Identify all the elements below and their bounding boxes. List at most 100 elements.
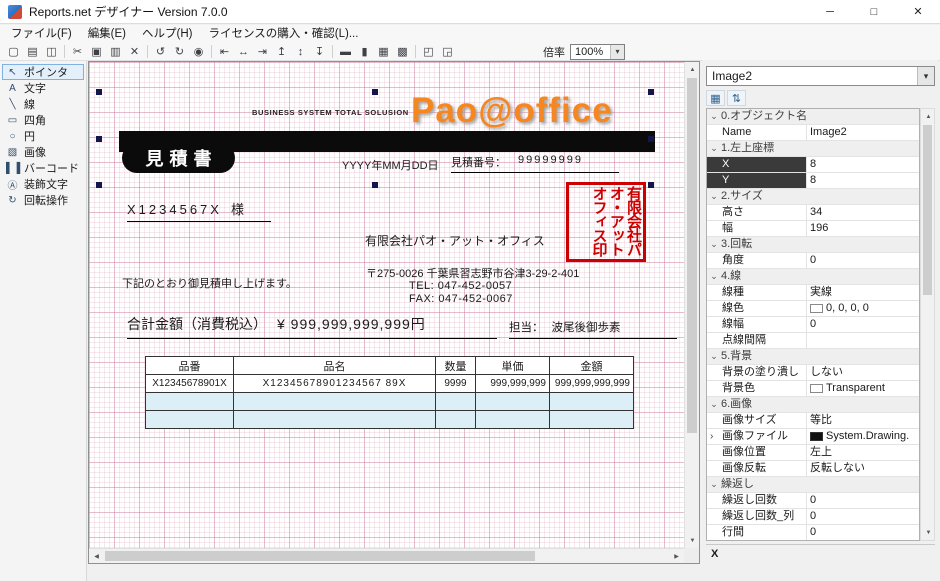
property-value[interactable]: 0 [807,253,919,268]
property-category[interactable]: ⌄3.回転 [707,237,919,253]
bring-to-front-button[interactable]: ◰ [419,44,438,60]
copy-button[interactable]: ▣ [87,44,106,60]
same-size-button[interactable]: ▦ [374,44,393,60]
collapse-icon[interactable]: ⌄ [707,269,721,284]
align-top-button[interactable]: ↥ [272,44,291,60]
property-row[interactable]: Y8 [707,173,919,189]
same-height-button[interactable]: ▮ [355,44,374,60]
align-bottom-button[interactable]: ↧ [310,44,329,60]
align-center-button[interactable]: ↔ [234,44,253,60]
horizontal-scroll-thumb[interactable] [105,551,535,561]
scroll-up-icon[interactable]: ▲ [685,62,700,77]
property-row[interactable]: 繰返し回数_列0 [707,509,919,525]
property-row[interactable]: 行間0 [707,525,919,541]
collapse-icon[interactable]: ⌄ [707,477,721,492]
new-button[interactable]: ▢ [4,44,23,60]
scroll-down-icon[interactable]: ▼ [921,525,936,540]
scroll-down-icon[interactable]: ▼ [685,533,700,548]
property-row[interactable]: 高さ34 [707,205,919,221]
property-row[interactable]: ›画像ファイルSystem.Drawing. [707,429,919,445]
date-field[interactable]: YYYY年MM月DD日 [342,157,439,173]
property-category[interactable]: ⌄6.画像 [707,397,919,413]
property-value[interactable]: 0 [807,493,919,508]
property-category[interactable]: ⌄繰返し [707,477,919,493]
dropdown-arrow-icon[interactable]: ▾ [610,45,624,59]
property-value[interactable]: しない [807,365,919,380]
delete-button[interactable]: ✕ [125,44,144,60]
object-selector[interactable]: Image2 ▾ [706,66,935,86]
align-left-button[interactable]: ⇤ [215,44,234,60]
tool-text[interactable]: A文字 [2,80,84,96]
collapse-icon[interactable]: ⌄ [707,349,721,364]
property-value[interactable] [807,333,919,348]
property-value[interactable]: 0 [807,317,919,332]
zoom-select[interactable]: 100% ▾ [570,44,625,60]
company-name[interactable]: 有限会社パオ・アット・オフィス [365,232,545,249]
property-category[interactable]: ⌄1.左上座標 [707,141,919,157]
total-amount-field[interactable]: 合計金額（消費税込） ¥ 999,999,999,999円 [127,314,497,339]
property-value[interactable]: 8 [807,173,919,188]
grid-button[interactable]: ▩ [393,44,412,60]
property-row[interactable]: 背景色Transparent [707,381,919,397]
menu-item[interactable]: ヘルプ(H) [134,25,200,43]
tool-decorated-text[interactable]: Ⓐ装飾文字 [2,176,84,192]
property-scroll-thumb[interactable] [923,125,932,295]
property-value[interactable]: 34 [807,205,919,220]
property-row[interactable]: 点線間隔 [707,333,919,349]
property-value[interactable]: 8 [807,157,919,172]
property-value[interactable]: 0 [807,525,919,540]
open-button[interactable]: ▤ [23,44,42,60]
save-button[interactable]: ◫ [42,44,61,60]
company-stamp[interactable]: 有限会社パオ・アットオフィス印 [566,182,646,262]
property-category[interactable]: ⌄5.背景 [707,349,919,365]
canvas-horizontal-scrollbar[interactable]: ◀ ▶ [89,548,684,563]
tool-line[interactable]: ╲線 [2,96,84,112]
property-row[interactable]: X8 [707,157,919,173]
property-value[interactable]: 実線 [807,285,919,300]
tel-line[interactable]: TEL: 047-452-0057 [409,280,512,292]
same-width-button[interactable]: ▬ [336,44,355,60]
scroll-right-icon[interactable]: ▶ [669,549,684,564]
postal-address[interactable]: 〒275-0026 千葉県習志野市谷津3-29-2-401 [366,265,579,281]
property-category[interactable]: ⌄4.線 [707,269,919,285]
tool-rectangle[interactable]: ▭四角 [2,112,84,128]
cut-button[interactable]: ✂ [68,44,87,60]
menu-item[interactable]: ファイル(F) [3,25,80,43]
undo-button[interactable]: ↺ [151,44,170,60]
greeting-text[interactable]: 下記のとおり御見積申し上げます。 [122,275,297,291]
property-row[interactable]: 画像反転反転しない [707,461,919,477]
property-row[interactable]: NameImage2 [707,125,919,141]
expand-icon[interactable]: › [710,429,713,444]
maximize-button[interactable]: □ [852,0,896,23]
redo-button[interactable]: ↻ [170,44,189,60]
vertical-scroll-thumb[interactable] [687,78,697,433]
property-row[interactable]: 角度0 [707,253,919,269]
selection-handle[interactable] [96,182,102,188]
align-right-button[interactable]: ⇥ [253,44,272,60]
collapse-icon[interactable]: ⌄ [707,397,721,412]
minimize-button[interactable]: ─ [808,0,852,23]
property-row[interactable]: 線色0, 0, 0, 0 [707,301,919,317]
canvas-viewport[interactable]: BUSINESS SYSTEM TOTAL SOLUSION Pao@offic… [89,62,684,548]
categorized-view-button[interactable]: ▦ [706,90,725,106]
collapse-icon[interactable]: ⌄ [707,109,721,124]
selection-handle[interactable] [96,89,102,95]
tool-barcode[interactable]: ▌▐バーコード [2,160,84,176]
alphabetical-sort-button[interactable]: ⇅ [727,90,746,106]
staff-field[interactable]: 担当： 波尾後御歩素 [509,319,677,339]
property-value[interactable]: 反転しない [807,461,919,476]
canvas-vertical-scrollbar[interactable]: ▲ ▼ [684,62,699,548]
tool-image[interactable]: ▧画像 [2,144,84,160]
report-page[interactable]: BUSINESS SYSTEM TOTAL SOLUSION Pao@offic… [89,62,684,548]
property-value[interactable]: 196 [807,221,919,236]
property-value[interactable]: 左上 [807,445,919,460]
items-table[interactable]: 品番品名数量単価金額X12345678901XX1234567890123456… [145,356,634,429]
scroll-left-icon[interactable]: ◀ [89,549,104,564]
fax-line[interactable]: FAX: 047-452-0067 [409,293,513,305]
lock-button[interactable]: ◉ [189,44,208,60]
property-row[interactable]: 線種実線 [707,285,919,301]
property-row[interactable]: 幅196 [707,221,919,237]
paste-button[interactable]: ▥ [106,44,125,60]
tool-circle[interactable]: ○円 [2,128,84,144]
menu-item[interactable]: 編集(E) [80,25,134,43]
